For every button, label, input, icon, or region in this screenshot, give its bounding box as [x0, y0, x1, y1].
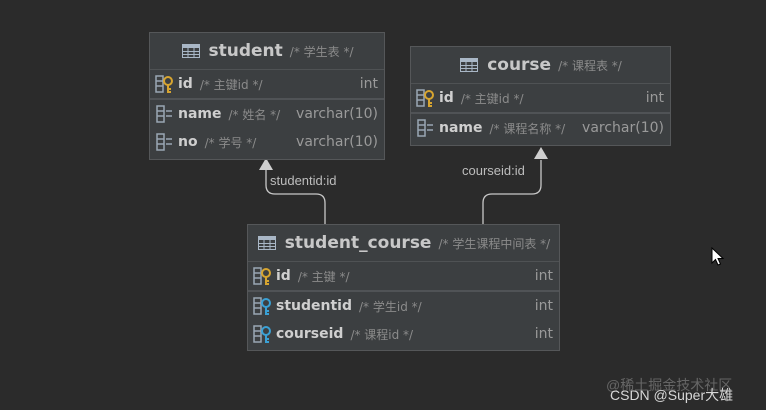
- column-row[interactable]: courseid /* 课程id */ int: [248, 320, 559, 348]
- table-student-course[interactable]: student_course /* 学生课程中间表 */ id /* 主键 */…: [247, 224, 560, 351]
- table-student[interactable]: student /* 学生表 */ id /* 主键id */ int name…: [149, 32, 385, 160]
- column-row[interactable]: studentid /* 学生id */ int: [248, 292, 559, 320]
- column-name: no: [178, 134, 198, 150]
- foreign-key-icon: [253, 324, 273, 344]
- foreign-key-icon: [253, 296, 273, 316]
- column-type: int: [534, 298, 553, 314]
- column-comment: /* 姓名 */: [228, 107, 281, 122]
- column-type: int: [534, 326, 553, 342]
- table-name: student_course: [284, 233, 432, 253]
- column-row[interactable]: no /* 学号 */ varchar(10): [150, 128, 384, 156]
- table-icon: [459, 55, 479, 75]
- column-comment: /* 主键 */: [297, 269, 350, 284]
- column-comment: /* 主键id */: [460, 91, 524, 106]
- table-comment: /* 学生课程中间表 */: [438, 236, 551, 251]
- column-icon: [416, 118, 436, 138]
- relation-label-courseid: courseid:id: [462, 163, 525, 178]
- column-row[interactable]: id /* 主键id */ int: [411, 84, 670, 114]
- column-type: int: [534, 268, 553, 284]
- table-icon: [257, 233, 277, 253]
- primary-key-icon: [155, 74, 175, 94]
- column-name: id: [439, 90, 454, 106]
- relation-arrow-course: [534, 147, 548, 159]
- column-type: varchar(10): [296, 106, 378, 122]
- column-row[interactable]: id /* 主键id */ int: [150, 70, 384, 100]
- column-row[interactable]: name /* 姓名 */ varchar(10): [150, 100, 384, 128]
- table-comment: /* 课程表 */: [558, 58, 622, 73]
- primary-key-icon: [416, 88, 436, 108]
- table-name: student: [208, 41, 283, 61]
- column-comment: /* 学号 */: [204, 135, 257, 150]
- table-header: student_course /* 学生课程中间表 */: [248, 225, 559, 262]
- table-icon: [181, 41, 201, 61]
- table-header: student /* 学生表 */: [150, 33, 384, 70]
- relation-label-studentid: studentid:id: [270, 173, 337, 188]
- table-header: course /* 课程表 */: [411, 47, 670, 84]
- column-name: studentid: [276, 298, 352, 314]
- column-name: id: [276, 268, 291, 284]
- column-comment: /* 主键id */: [199, 77, 263, 92]
- column-name: id: [178, 76, 193, 92]
- column-row[interactable]: id /* 主键 */ int: [248, 262, 559, 292]
- column-row[interactable]: name /* 课程名称 */ varchar(10): [411, 114, 670, 142]
- table-course[interactable]: course /* 课程表 */ id /* 主键id */ int name …: [410, 46, 671, 146]
- mouse-cursor-icon: [711, 247, 725, 266]
- table-name: course: [487, 55, 552, 75]
- column-icon: [155, 132, 175, 152]
- column-comment: /* 课程名称 */: [489, 121, 566, 136]
- column-name: name: [178, 106, 222, 122]
- column-name: courseid: [276, 326, 344, 342]
- primary-key-icon: [253, 266, 273, 286]
- column-type: int: [359, 76, 378, 92]
- column-icon: [155, 104, 175, 124]
- column-name: name: [439, 120, 483, 136]
- column-type: int: [645, 90, 664, 106]
- watermark-csdn: CSDN @Super大雄: [610, 387, 734, 403]
- column-comment: /* 学生id */: [359, 299, 422, 314]
- column-type: varchar(10): [582, 120, 664, 136]
- column-type: varchar(10): [296, 134, 378, 150]
- table-comment: /* 学生表 */: [289, 44, 354, 59]
- column-comment: /* 课程id */: [350, 327, 414, 342]
